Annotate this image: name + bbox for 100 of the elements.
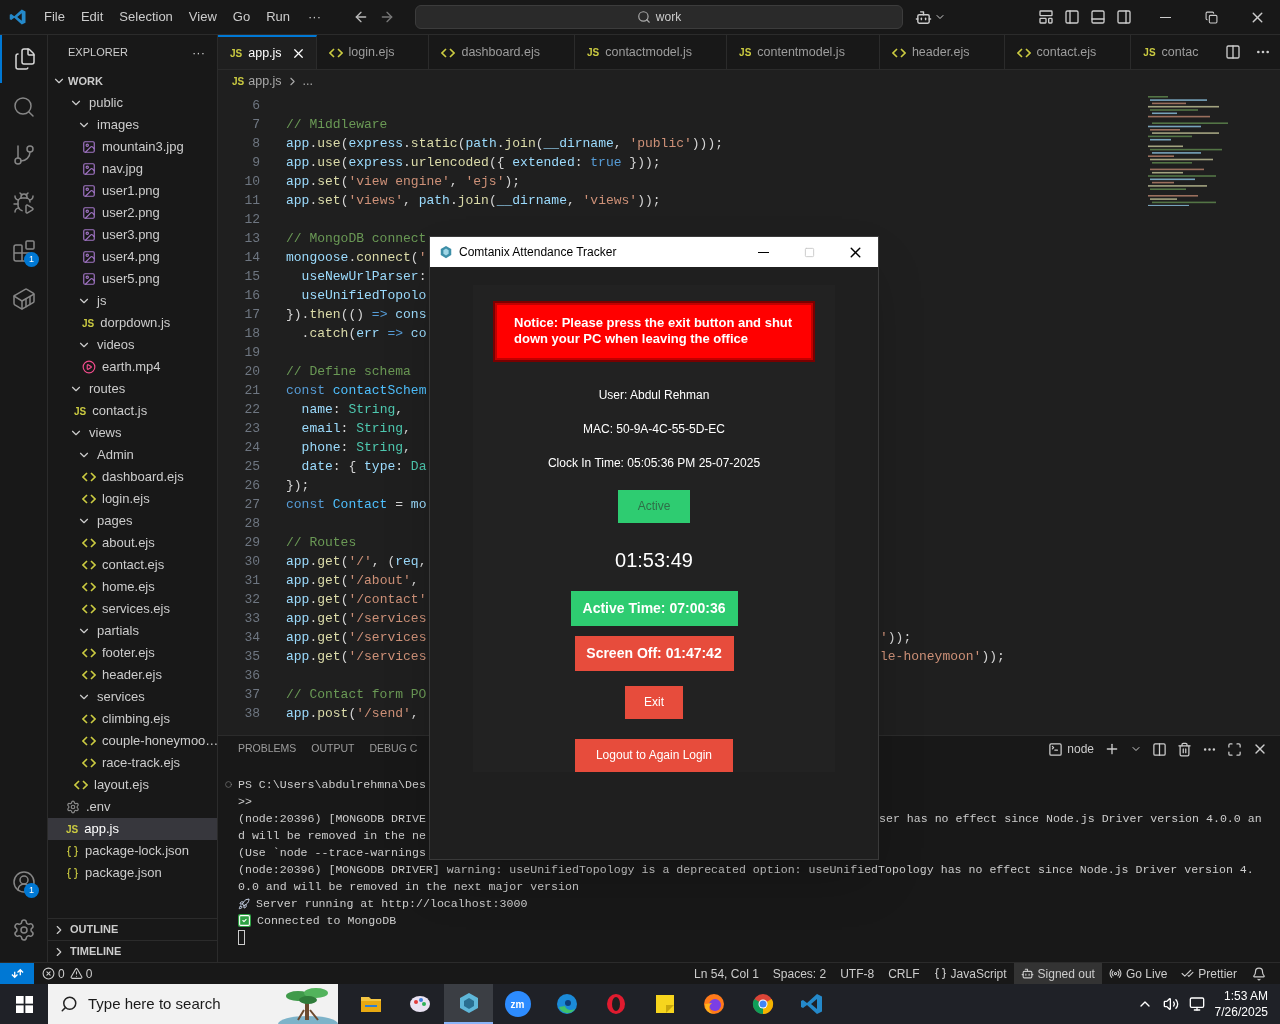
menu-item[interactable]: View [180, 7, 225, 27]
menu-item[interactable]: Run [258, 7, 298, 27]
code-line: email: String, [300, 419, 411, 438]
explorer-file[interactable]: package.json [48, 862, 217, 884]
back-icon[interactable] [353, 9, 369, 25]
explorer-file[interactable]: package-lock.json [48, 840, 217, 862]
explorer-file[interactable]: about.ejs [48, 532, 217, 554]
explorer-file[interactable]: user2.png [48, 202, 217, 224]
section-header[interactable]: OUTLINE [48, 918, 217, 940]
forward-icon[interactable] [379, 9, 395, 25]
line-number: 32 [243, 590, 260, 609]
explorer-file[interactable]: services.ejs [48, 598, 217, 620]
explorer-folder[interactable]: Admin [48, 444, 217, 466]
status-item[interactable]: Spaces: 2 [765, 962, 834, 985]
maximize-icon[interactable] [1227, 741, 1242, 757]
explorer-folder[interactable]: views [48, 422, 217, 444]
status-item[interactable]: Go Live [1101, 962, 1175, 985]
explorer-file[interactable]: JS dorpdown.js [48, 312, 217, 334]
explorer-file[interactable]: contact.ejs [48, 554, 217, 576]
explorer-folder[interactable]: images [48, 114, 217, 136]
explorer-file[interactable]: JS app.js [48, 818, 217, 840]
speaker-icon[interactable] [1162, 996, 1179, 1012]
explorer-file[interactable]: .env [48, 796, 217, 818]
copilot-menu[interactable] [915, 8, 946, 26]
bell-icon[interactable] [1252, 966, 1266, 981]
line-number: 38 [243, 704, 260, 723]
layout-icon[interactable] [1038, 9, 1054, 25]
explorer-folder[interactable]: partials [48, 620, 217, 642]
status-item[interactable]: JavaScript [926, 962, 1014, 985]
breadcrumb-item[interactable]: app.js [248, 71, 282, 91]
panel-tab[interactable]: PROBLEMS [238, 741, 297, 757]
explorer-folder[interactable]: js [48, 290, 217, 312]
menu-item[interactable]: File [36, 7, 73, 27]
explorer-file[interactable]: user4.png [48, 246, 217, 268]
explorer-file[interactable]: header.ejs [48, 664, 217, 686]
robot-icon [1020, 967, 1034, 980]
explorer-file[interactable]: footer.ejs [48, 642, 217, 664]
explorer-file[interactable]: nav.jpg [48, 158, 217, 180]
app-icon [439, 245, 453, 259]
explorer-file[interactable]: race-track.ejs [48, 752, 217, 774]
image-icon [82, 162, 96, 176]
explorer-file[interactable]: user5.png [48, 268, 217, 290]
menu-item[interactable]: Go [224, 7, 259, 27]
user-label: User: Abdul Rehman [598, 386, 710, 404]
line-number: 35 [243, 647, 260, 666]
explorer-file[interactable]: JS contact.js [48, 400, 217, 422]
search-icon [636, 10, 651, 24]
explorer-file[interactable]: couple-honeymoo… [48, 730, 217, 752]
explorer-folder[interactable]: pages [48, 510, 217, 532]
status-item[interactable]: Ln 54, Col 1 [687, 962, 766, 985]
explorer-file[interactable]: layout.ejs [48, 774, 217, 796]
status-item[interactable]: CRLF [881, 962, 927, 985]
split-editor-icon[interactable] [1224, 44, 1241, 60]
menu-item[interactable]: Selection [111, 7, 181, 27]
exit-button[interactable]: Exit [625, 685, 683, 719]
panel-left-icon[interactable] [1064, 9, 1080, 25]
problems-indicator[interactable]: 0 0 [42, 964, 93, 983]
workspace-header[interactable]: WORK [48, 70, 217, 92]
panel-tab[interactable]: DEBUG C [369, 741, 418, 757]
network-icon[interactable] [1188, 996, 1205, 1012]
explorer-file[interactable]: user1.png [48, 180, 217, 202]
terminal-selector[interactable]: node [1048, 740, 1094, 758]
explorer-file[interactable]: dashboard.ejs [48, 466, 217, 488]
explorer-file[interactable]: mountain3.jpg [48, 136, 217, 158]
trash-icon[interactable] [1177, 741, 1192, 757]
more-actions[interactable]: ··· [192, 42, 205, 63]
rocket-icon [238, 897, 250, 910]
image-icon [82, 184, 96, 198]
explorer-folder[interactable]: routes [48, 378, 217, 400]
add-icon[interactable] [1104, 741, 1120, 757]
status-item[interactable]: Signed out [1013, 962, 1102, 985]
browser-icon [750, 992, 775, 1016]
explorer-folder[interactable]: services [48, 686, 217, 708]
breadcrumb-item[interactable]: ... [302, 71, 313, 91]
explorer-folder[interactable]: videos [48, 334, 217, 356]
explorer-file[interactable]: login.ejs [48, 488, 217, 510]
menu-item[interactable]: Edit [72, 7, 112, 27]
status-item[interactable]: Prettier [1174, 962, 1244, 985]
clock[interactable]: 1:53 AM 7/26/2025 [1214, 988, 1268, 1020]
extensions-button[interactable]: 1 [0, 227, 47, 275]
account-button[interactable]: 1 [0, 858, 47, 906]
logout-button[interactable]: Logout to Again Login [575, 738, 733, 772]
explorer-file[interactable]: earth.mp4 [48, 356, 217, 378]
remote-button[interactable] [0, 962, 34, 985]
panel-bottom-icon[interactable] [1090, 9, 1106, 25]
status-item[interactable]: UTF-8 [833, 962, 882, 985]
windows-logo [15, 995, 33, 1013]
split-icon[interactable] [1152, 741, 1167, 757]
explorer-file[interactable]: user3.png [48, 224, 217, 246]
terminal-line: d will be removed in the ne [238, 827, 426, 844]
explorer-folder[interactable]: public [48, 92, 217, 114]
explorer-file[interactable]: home.ejs [48, 576, 217, 598]
more-menu[interactable]: ··· [298, 7, 331, 27]
panel-tab[interactable]: OUTPUT [311, 741, 355, 757]
mac-label: MAC: 50-9A-4C-55-5D-EC [582, 420, 725, 438]
panel-right-icon[interactable] [1116, 9, 1132, 25]
editor-tab[interactable]: JS app.js [218, 35, 317, 69]
explorer-file[interactable]: climbing.ejs [48, 708, 217, 730]
command-search-field[interactable]: work [415, 5, 903, 29]
taskbar-search-field[interactable]: Type here to search [48, 984, 338, 1024]
